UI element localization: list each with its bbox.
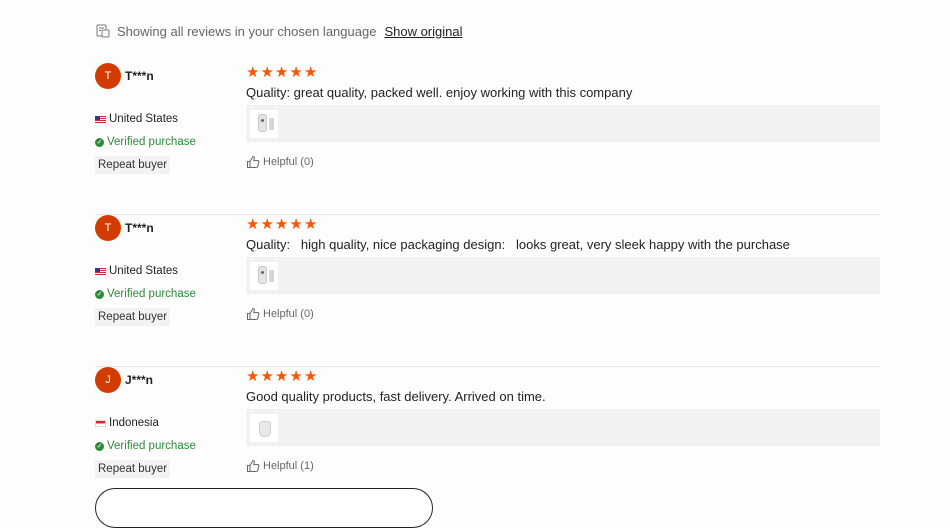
star-icon: ★: [274, 216, 289, 233]
verified-check-icon: ✓: [95, 441, 104, 451]
star-icon: ★: [289, 368, 303, 385]
reviewer-name: J***n: [125, 373, 154, 387]
review-image-strip: [246, 409, 880, 446]
star-icon: ★: [260, 368, 274, 385]
us-flag-icon: [95, 115, 106, 123]
verified-label: Verified purchase: [107, 440, 196, 452]
language-notice-text: Showing all reviews in your chosen langu…: [117, 23, 377, 39]
star-icon: ★: [246, 368, 260, 385]
helpful-button[interactable]: Helpful (1): [246, 459, 314, 473]
avatar: T: [95, 215, 121, 241]
star-icon: ★: [289, 216, 303, 233]
review-photo-thumbnail[interactable]: [250, 262, 278, 290]
repeat-buyer-badge: Repeat buyer: [95, 308, 171, 326]
star-icon: ★: [274, 64, 289, 81]
helpful-button[interactable]: Helpful (0): [246, 307, 314, 321]
reviewer-country: United States: [95, 265, 178, 277]
verified-purchase: ✓ Verified purchase: [95, 440, 196, 452]
thumbs-up-icon: [247, 307, 260, 320]
repeat-buyer-badge: Repeat buyer: [95, 460, 171, 478]
helpful-label: Helpful (1): [263, 460, 314, 472]
review-item: T T***n United States ✓ Verified purchas…: [95, 215, 880, 367]
review-text: Good quality products, fast delivery. Ar…: [246, 389, 546, 404]
star-rating: ★ ★ ★ ★ ★: [246, 217, 317, 232]
review-text: Quality: great quality, packed well. enj…: [246, 85, 633, 100]
review-image-strip: [246, 257, 880, 294]
star-icon: ★: [289, 64, 303, 81]
indonesia-flag-icon: [95, 419, 106, 427]
helpful-label: Helpful (0): [263, 156, 314, 168]
verified-purchase: ✓ Verified purchase: [95, 136, 196, 148]
verified-label: Verified purchase: [107, 136, 196, 148]
review-photo-thumbnail[interactable]: [250, 110, 278, 138]
us-flag-icon: [95, 267, 106, 275]
helpful-label: Helpful (0): [263, 308, 314, 320]
star-icon: ★: [274, 368, 289, 385]
country-label: Indonesia: [109, 417, 159, 429]
translate-icon: [96, 24, 110, 38]
star-icon: ★: [303, 216, 318, 233]
avatar: T: [95, 63, 121, 89]
star-icon: ★: [260, 216, 274, 233]
star-icon: ★: [246, 64, 260, 81]
star-rating: ★ ★ ★ ★ ★: [246, 369, 317, 384]
verified-check-icon: ✓: [95, 289, 104, 299]
review-image-strip: [246, 105, 880, 142]
star-rating: ★ ★ ★ ★ ★: [246, 65, 317, 80]
star-icon: ★: [246, 216, 260, 233]
review-text: Quality: high quality, nice packaging de…: [246, 237, 790, 252]
avatar: J: [95, 367, 121, 393]
country-label: United States: [109, 265, 179, 277]
star-icon: ★: [303, 64, 318, 81]
reviewer-country: United States: [95, 113, 178, 125]
repeat-buyer-badge: Repeat buyer: [95, 156, 171, 174]
language-notice-bar: Showing all reviews in your chosen langu…: [96, 21, 462, 41]
helpful-button[interactable]: Helpful (0): [246, 155, 314, 169]
star-icon: ★: [260, 64, 274, 81]
reviewer-name: T***n: [125, 69, 154, 83]
verified-purchase: ✓ Verified purchase: [95, 288, 196, 300]
verified-label: Verified purchase: [107, 288, 196, 300]
thumbs-up-icon: [247, 459, 260, 472]
show-original-link[interactable]: Show original: [384, 24, 462, 39]
verified-check-icon: ✓: [95, 137, 104, 147]
review-photo-thumbnail[interactable]: [250, 414, 278, 442]
review-item: T T***n United States ✓ Verified purchas…: [95, 63, 880, 215]
country-label: United States: [109, 113, 179, 125]
star-icon: ★: [303, 368, 318, 385]
thumbs-up-icon: [247, 155, 260, 168]
reviewer-name: T***n: [125, 221, 154, 235]
view-more-button[interactable]: [95, 488, 433, 528]
reviewer-country: Indonesia: [95, 417, 159, 429]
